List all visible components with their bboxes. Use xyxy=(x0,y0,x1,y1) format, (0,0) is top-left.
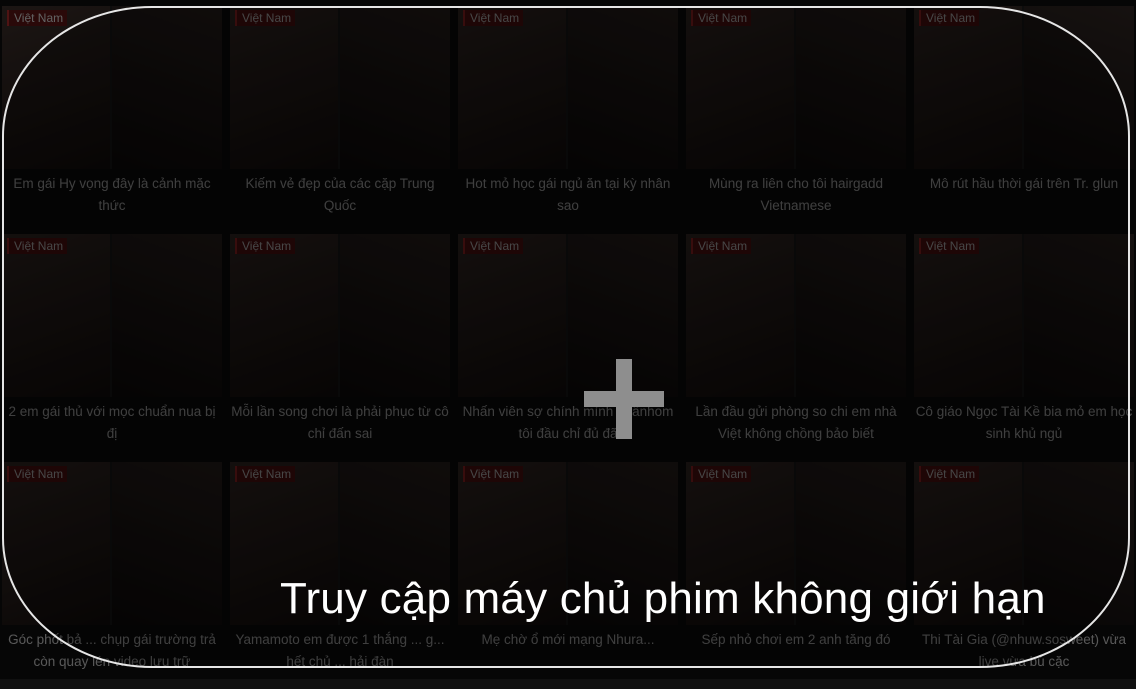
overlay-caption[interactable]: Truy cập máy chủ phim không giới hạn xyxy=(280,574,1046,624)
plus-icon[interactable] xyxy=(584,359,664,439)
ad-overlay-frame[interactable] xyxy=(2,6,1130,668)
